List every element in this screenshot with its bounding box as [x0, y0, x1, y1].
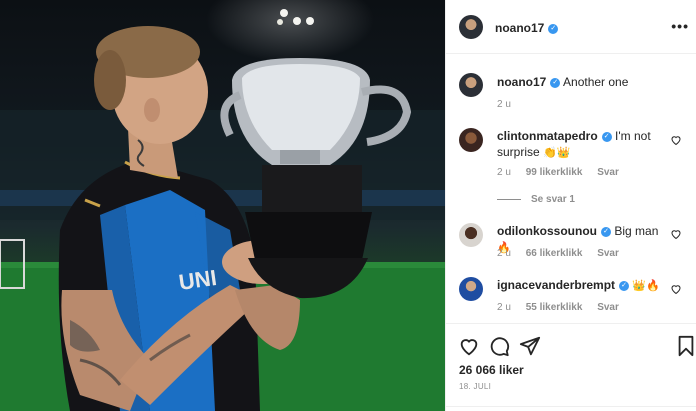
- comment-text-row: clintonmatapedro ✓ I'm not surprise 👏👑: [497, 128, 665, 161]
- view-replies[interactable]: Se svar 1: [497, 194, 587, 205]
- verified-icon: ✓: [550, 77, 561, 88]
- likes-count[interactable]: 26 066 liker: [459, 363, 524, 377]
- comment-likes[interactable]: 55 likerklikk: [526, 302, 583, 313]
- post-photo[interactable]: UNI: [0, 0, 445, 411]
- comment-text-row: ignacevanderbrempt ✓ 👑🔥: [497, 277, 665, 294]
- caption-text: Another one: [563, 75, 629, 89]
- heart-icon[interactable]: [458, 335, 480, 357]
- comment-meta: 2 u 55 likerklikk Svar: [497, 302, 631, 313]
- comment-age: 2 u: [497, 302, 511, 313]
- more-dots-icon[interactable]: •••: [671, 18, 689, 34]
- comment-meta: 2 u 66 likerklikk Svar: [497, 248, 631, 259]
- view-replies-label[interactable]: Se svar 1: [531, 194, 575, 205]
- post-date: 18. JULI: [459, 382, 492, 391]
- jersey-sponsor-text: UNI: [177, 265, 218, 295]
- bookmark-icon[interactable]: [675, 335, 696, 357]
- commenter-username[interactable]: odilonkossounou: [497, 224, 597, 238]
- reply-button[interactable]: Svar: [597, 248, 619, 259]
- post-actions: 26 066 liker 18. JULI: [446, 323, 696, 411]
- author-avatar[interactable]: [459, 15, 483, 39]
- replies-divider: [497, 198, 521, 200]
- comment-age: 2 u: [497, 167, 511, 178]
- caption-meta: 2 u: [497, 99, 523, 110]
- comment-likes[interactable]: 99 likerklikk: [526, 167, 583, 178]
- comment-meta: 2 u 99 likerklikk Svar: [497, 167, 631, 178]
- author-username-text[interactable]: noano17: [495, 21, 544, 35]
- commenter-username[interactable]: ignacevanderbrempt: [497, 278, 615, 292]
- commenter-avatar[interactable]: [459, 128, 483, 152]
- divider: [446, 406, 696, 407]
- comment-icon[interactable]: [488, 335, 510, 357]
- commenter-username[interactable]: clintonmatapedro: [497, 129, 598, 143]
- post-photo-illustration: UNI: [0, 9, 445, 411]
- share-icon[interactable]: [519, 335, 541, 357]
- commenter-avatar[interactable]: [459, 277, 483, 301]
- verified-icon: ✓: [601, 131, 612, 142]
- heart-icon[interactable]: [670, 228, 682, 240]
- heart-icon[interactable]: [670, 283, 682, 295]
- caption-avatar[interactable]: [459, 73, 483, 97]
- comment-emojis: 👏👑: [543, 147, 571, 159]
- post-header: noano17 ✓ •••: [446, 0, 696, 54]
- author-username[interactable]: noano17 ✓: [495, 21, 559, 35]
- caption-username[interactable]: noano17: [497, 75, 546, 89]
- comment-age: 2 u: [497, 248, 511, 259]
- caption-text-row: noano17 ✓ Another one: [497, 74, 682, 90]
- verified-icon: ✓: [548, 23, 559, 34]
- comment-emojis: 👑🔥: [632, 280, 660, 292]
- verified-icon: ✓: [601, 226, 611, 237]
- comment-text: Big man: [614, 224, 659, 238]
- verified-icon: ✓: [619, 280, 630, 291]
- reply-button[interactable]: Svar: [597, 302, 619, 313]
- caption-age: 2 u: [497, 99, 511, 110]
- commenter-avatar[interactable]: [459, 223, 483, 247]
- reply-button[interactable]: Svar: [597, 167, 619, 178]
- post-sidebar: noano17 ✓ ••• noano17 ✓ Another one 2 u cl…: [445, 0, 696, 411]
- comment-likes[interactable]: 66 likerklikk: [526, 248, 583, 259]
- heart-icon[interactable]: [670, 134, 682, 146]
